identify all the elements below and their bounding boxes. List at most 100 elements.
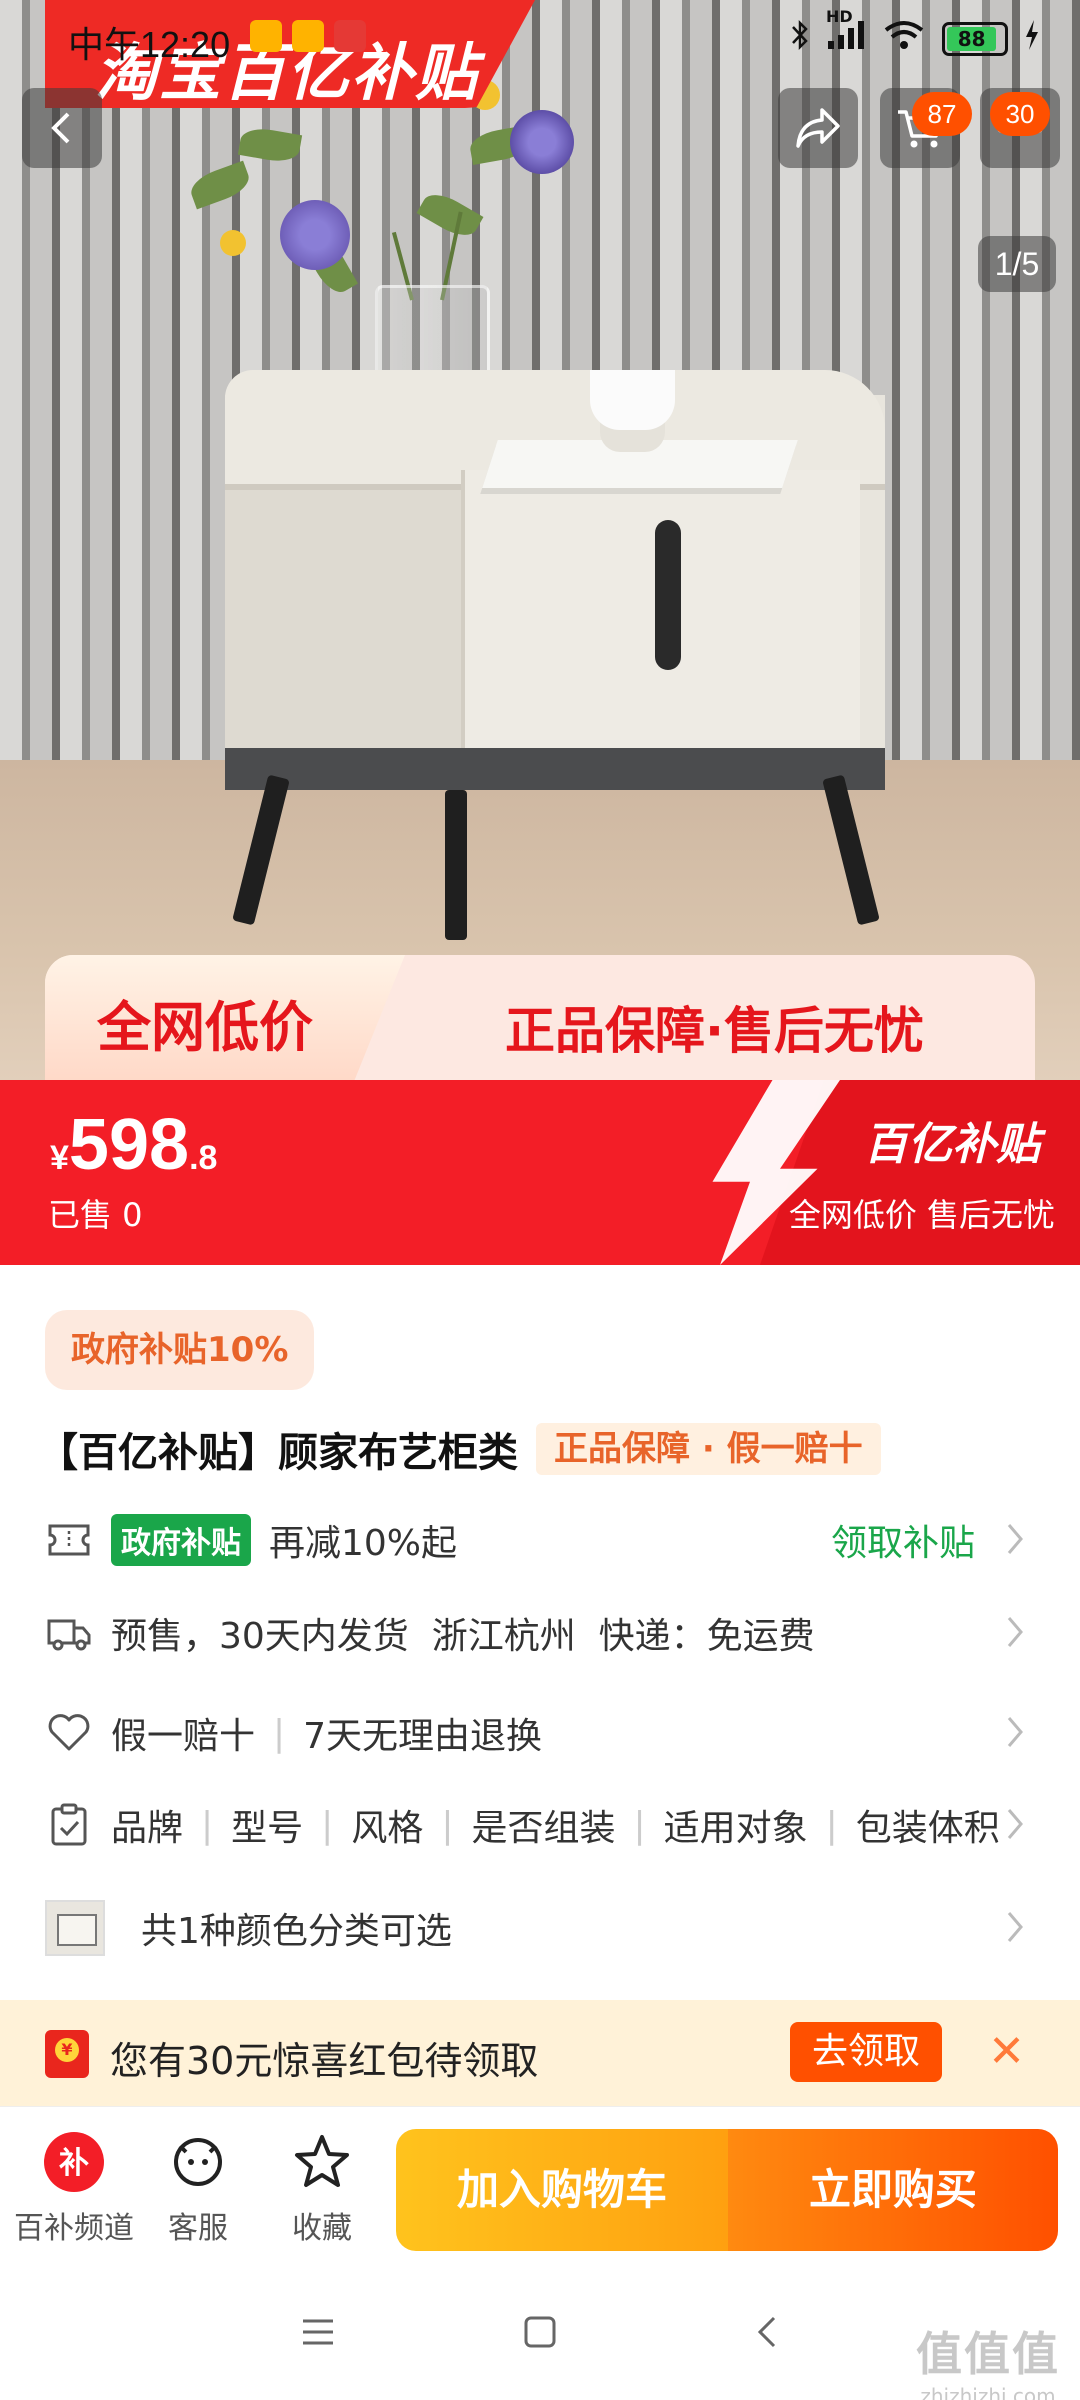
subsidy-text: 再减10%起 <box>269 1523 458 1564</box>
sold-count: 已售 0 <box>48 1196 143 1234</box>
claim-coupon-button[interactable]: 去领取 <box>790 2022 942 2082</box>
variants-row[interactable]: 共1种颜色分类可选 <box>45 1893 1035 1963</box>
red-envelope-icon <box>45 2030 89 2078</box>
chevron-right-icon <box>1007 1524 1023 1554</box>
heart-shield-icon <box>45 1709 93 1757</box>
claim-subsidy-link[interactable]: 领取补贴 <box>831 1514 975 1566</box>
svg-text:补: 补 <box>59 2146 89 2181</box>
price-integer: 598 <box>68 1105 190 1185</box>
guarantee-tag: 正品保障 · 假一赔十 <box>536 1423 881 1475</box>
chevron-right-icon <box>1007 1617 1023 1647</box>
promo-left: 全网低价 <box>45 955 405 1080</box>
promo-right-text: 正品保障·售后无忧 <box>505 1002 924 1060</box>
add-to-cart-button[interactable]: 加入购物车 <box>396 2129 728 2251</box>
wifi-icon <box>882 18 926 59</box>
promo-left-text: 全网低价 <box>97 996 313 1059</box>
charging-icon <box>1024 20 1040 57</box>
divider: | <box>201 1804 214 1846</box>
coupon-text: 您有30元惊喜红包待领取 <box>110 2039 539 2083</box>
buy-now-button[interactable]: 立即购买 <box>728 2129 1058 2251</box>
service-item-1: 假一赔十 <box>111 1716 256 1757</box>
product-title: 【百亿补贴】顾家布艺柜类 正品保障 · 假一赔十 <box>38 1420 881 1478</box>
notification-icon <box>334 20 366 52</box>
menu-icon[interactable] <box>300 2314 336 2350</box>
watermark: 值值值 zhizhizhi.com <box>916 2318 1060 2400</box>
share-button[interactable] <box>778 88 858 168</box>
nav-back-icon[interactable] <box>750 2314 786 2350</box>
back-arrow-icon <box>51 112 70 144</box>
network-label: HD <box>826 7 853 26</box>
truck-icon <box>45 1609 93 1657</box>
param-item: 适用对象 <box>663 1808 808 1849</box>
subsidy-tag: 政府补贴 <box>111 1514 251 1566</box>
flower <box>280 200 350 270</box>
share-icon <box>796 108 840 148</box>
leaf <box>416 187 484 243</box>
shipping-row[interactable]: 预售，30天内发货 浙江杭州 快递：免运费 <box>45 1598 1035 1668</box>
cabinet-handle <box>655 520 681 670</box>
leaf <box>186 160 254 210</box>
channel-button[interactable]: 补 百补频道 <box>14 2127 134 2247</box>
divider: | <box>273 1712 286 1754</box>
service-row[interactable]: 假一赔十 | 7天无理由退换 <box>45 1698 1035 1768</box>
status-time: 中午12:20 <box>68 24 231 65</box>
home-icon[interactable] <box>522 2314 558 2350</box>
param-item: 品牌 <box>111 1808 184 1849</box>
coupon-bar: 您有30元惊喜红包待领取 去领取 ✕ <box>0 2000 1080 2106</box>
cart-badge: 87 <box>912 92 972 136</box>
clipboard-icon <box>45 1801 93 1849</box>
bottom-action-bar: 补 百补频道 客服 收藏 加入购物车 立即购买 <box>0 2106 1080 2274</box>
service-item-2: 7天无理由退换 <box>303 1716 543 1757</box>
variants-text: 共1种颜色分类可选 <box>141 1911 452 1952</box>
status-bar: 中午12:20 HD 88 <box>0 0 1080 76</box>
channel-label: 百补频道 <box>14 2211 134 2246</box>
band-logo: 百亿补贴 <box>864 1119 1040 1170</box>
chevron-right-icon <box>1007 1717 1023 1747</box>
product-info-card: 政府补贴10% 【百亿补贴】顾家布艺柜类 正品保障 · 假一赔十 政府补贴 再减… <box>0 1265 1080 2000</box>
customer-service-icon <box>138 2127 258 2197</box>
shipping-text: 预售，30天内发货 浙江杭州 快递：免运费 <box>111 1616 815 1657</box>
customer-service-label: 客服 <box>168 2211 228 2246</box>
bluetooth-icon <box>790 18 810 59</box>
subsidy-channel-icon: 补 <box>14 2127 134 2197</box>
star-icon <box>262 2127 382 2197</box>
band-slogan: 全网低价 售后无忧 <box>788 1196 1055 1234</box>
divider: | <box>825 1804 838 1846</box>
flower <box>510 110 574 174</box>
param-item: 是否组装 <box>471 1808 616 1849</box>
param-item: 风格 <box>351 1808 424 1849</box>
variant-thumbnail <box>45 1900 105 1956</box>
cabinet-base <box>225 748 885 790</box>
subsidy-row[interactable]: 政府补贴 再减10%起 领取补贴 <box>45 1505 1035 1575</box>
param-item: 型号 <box>231 1808 304 1849</box>
status-icons: HD 88 <box>790 7 1040 59</box>
watermark-logo: 值值值 <box>916 2327 1060 2381</box>
book <box>482 440 798 488</box>
product-title-text: 【百亿补贴】顾家布艺柜类 <box>38 1430 518 1476</box>
divider: | <box>441 1804 454 1846</box>
leaf <box>237 125 303 165</box>
price: ¥598.8 <box>50 1104 217 1186</box>
flower <box>220 230 246 256</box>
favorite-label: 收藏 <box>292 2211 352 2246</box>
params-row[interactable]: 品牌 | 型号 | 风格 | 是否组装 | 适用对象 | 包装体积 <box>45 1790 1035 1860</box>
notification-icon <box>292 20 324 52</box>
watermark-url: zhizhizhi.com <box>920 2384 1056 2400</box>
cup <box>590 370 675 430</box>
customer-service-button[interactable]: 客服 <box>138 2127 258 2247</box>
divider: | <box>321 1804 334 1846</box>
battery-icon: 88 <box>942 21 1008 56</box>
divider: | <box>633 1804 646 1846</box>
signal-icon: HD <box>826 7 866 58</box>
price-decimal: .8 <box>189 1139 218 1177</box>
image-counter: 1/5 <box>978 236 1056 292</box>
price-currency: ¥ <box>50 1139 69 1177</box>
chevron-right-icon <box>1007 1912 1023 1942</box>
close-icon[interactable]: ✕ <box>988 2026 1025 2077</box>
favorite-button[interactable]: 收藏 <box>262 2127 382 2247</box>
ticket-icon <box>45 1516 93 1564</box>
back-button[interactable] <box>22 88 102 168</box>
hero-promo-strip: 全网低价 正品保障·售后无忧 <box>45 955 1035 1080</box>
notification-icon <box>250 20 282 52</box>
gov-subsidy-tag: 政府补贴10% <box>45 1310 315 1390</box>
